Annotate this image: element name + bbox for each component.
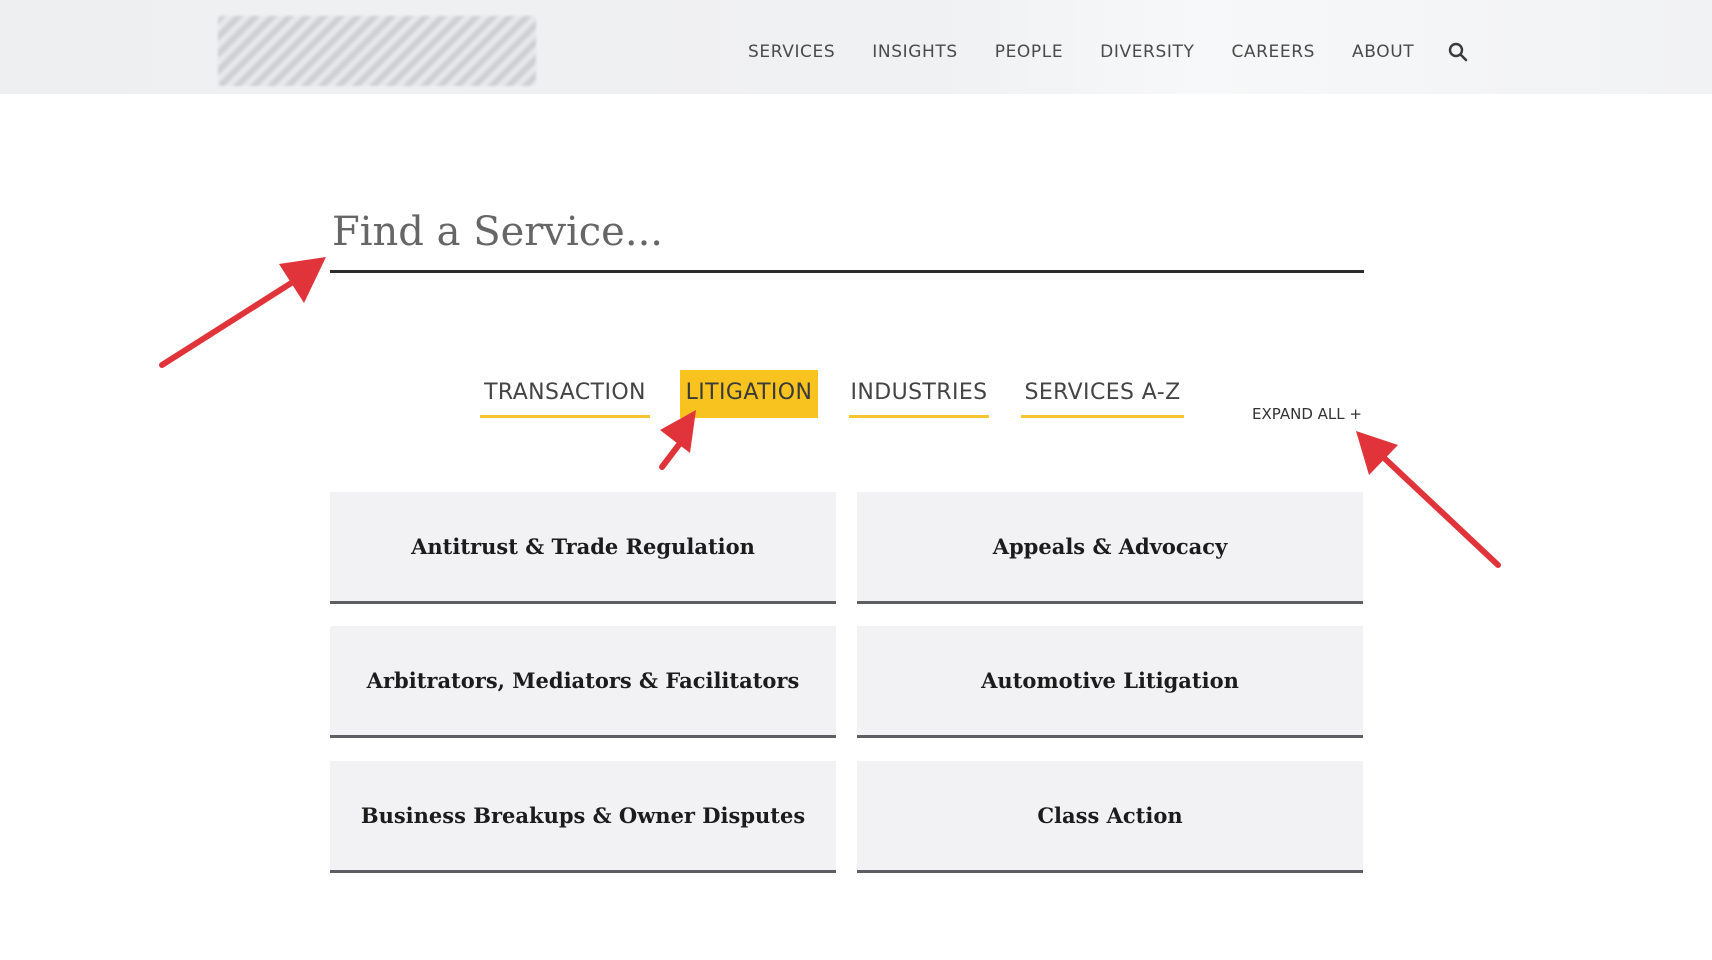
arrow-to-expand-all-icon bbox=[1356, 431, 1501, 568]
service-card[interactable]: Appeals & Advocacy bbox=[857, 492, 1363, 604]
tab-industries[interactable]: INDUSTRIES bbox=[849, 370, 989, 418]
nav-item-about[interactable]: ABOUT bbox=[1352, 42, 1414, 62]
arrow-to-search-icon bbox=[159, 257, 326, 368]
main-nav: SERVICES INSIGHTS PEOPLE DIVERSITY CAREE… bbox=[748, 41, 1469, 63]
service-card-label: Business Breakups & Owner Disputes bbox=[360, 803, 806, 828]
nav-item-people[interactable]: PEOPLE bbox=[995, 42, 1063, 62]
site-logo[interactable] bbox=[218, 16, 536, 86]
tab-litigation[interactable]: LITIGATION bbox=[680, 370, 818, 418]
service-card-label: Arbitrators, Mediators & Facilitators bbox=[366, 668, 800, 693]
nav-item-insights[interactable]: INSIGHTS bbox=[872, 42, 957, 62]
service-card[interactable]: Class Action bbox=[857, 761, 1363, 873]
service-card-label: Antitrust & Trade Regulation bbox=[411, 534, 755, 559]
service-card[interactable]: Arbitrators, Mediators & Facilitators bbox=[330, 626, 836, 738]
search-icon[interactable] bbox=[1447, 41, 1469, 63]
tab-transaction[interactable]: TRANSACTION bbox=[480, 370, 650, 418]
top-navigation-bar: SERVICES INSIGHTS PEOPLE DIVERSITY CAREE… bbox=[0, 0, 1712, 94]
nav-item-services[interactable]: SERVICES bbox=[748, 42, 835, 62]
arrow-to-litigation-icon bbox=[659, 410, 696, 470]
nav-item-diversity[interactable]: DIVERSITY bbox=[1100, 42, 1194, 62]
nav-item-careers[interactable]: CAREERS bbox=[1231, 42, 1315, 62]
service-card-label: Appeals & Advocacy bbox=[992, 534, 1228, 559]
annotation-arrows bbox=[159, 257, 1501, 568]
service-search-input[interactable] bbox=[330, 200, 1368, 264]
service-card[interactable]: Business Breakups & Owner Disputes bbox=[330, 761, 836, 873]
service-card[interactable]: Antitrust & Trade Regulation bbox=[330, 492, 836, 604]
service-card[interactable]: Automotive Litigation bbox=[857, 626, 1363, 738]
service-search-field bbox=[330, 200, 1368, 273]
tab-services-a-z[interactable]: SERVICES A-Z bbox=[1021, 370, 1184, 418]
service-card-label: Class Action bbox=[1037, 803, 1183, 828]
service-card-label: Automotive Litigation bbox=[981, 668, 1239, 693]
expand-all-button[interactable]: EXPAND ALL + bbox=[1252, 405, 1362, 423]
